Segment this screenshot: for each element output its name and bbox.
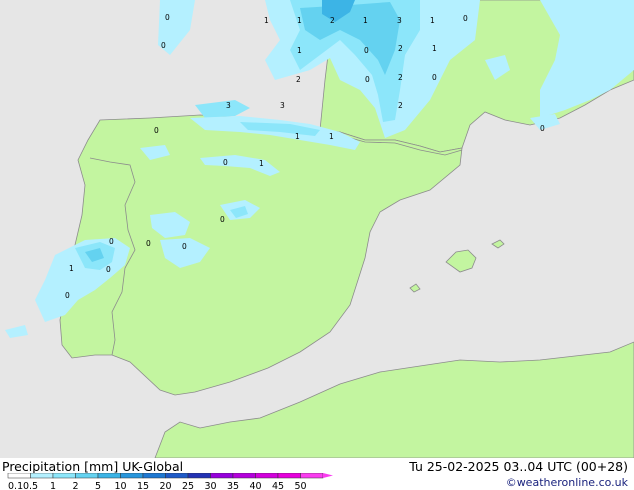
scale-color-box [300,473,324,479]
map-label: 3 [280,101,285,110]
map-label: 0 [106,265,111,274]
map-label: 1 [259,159,264,168]
scale-tick-label: 20 [159,481,171,490]
map-label: 1 [295,132,300,141]
scale-color-box [75,473,99,479]
scale-tick-label: 5 [95,481,101,490]
map-label: 0 [165,13,170,22]
scale-tick-label: 30 [204,481,216,490]
scale-color-box [142,473,166,479]
map-label: 2 [398,73,403,82]
map-label: 0 [365,75,370,84]
credit: ©weatheronline.co.uk [505,476,628,489]
scale-tick-label: 1 [50,481,56,490]
map-label: 2 [296,75,301,84]
valid-time: Tu 25-02-2025 03..04 UTC (00+28) [409,459,628,474]
scale-color-box [277,473,301,479]
map-label: 0 [540,124,545,133]
scale-color-box [30,473,54,479]
map-label: 2 [330,16,335,25]
map-label: 1 [329,132,334,141]
map-label: 0 [146,239,151,248]
scale-tick-label: 25 [182,481,194,490]
map-label: 0 [161,41,166,50]
color-scale: 0.1 0.5 1 2 5 10 15 20 25 30 35 40 45 50 [7,473,333,490]
map-label: 1 [363,16,368,25]
map-label: 2 [398,44,403,53]
map-label: 2 [398,101,403,110]
map-label: 1 [432,44,437,53]
scale-color-box [97,473,121,479]
legend-variable: Precipitation [mm] [2,459,119,474]
scale-tick-label: 10 [114,481,126,490]
scale-color-box [7,473,31,479]
map-label: 0 [220,215,225,224]
map-label: 0 [432,73,437,82]
map-label: 1 [430,16,435,25]
map-label: 3 [397,16,402,25]
map-label: 0 [182,242,187,251]
map-label: 3 [226,101,231,110]
scale-tick-label: 45 [272,481,284,490]
legend-title: Precipitation [mm] UK-Global [2,459,183,474]
scale-tick-label: 0.5 [23,481,38,490]
legend-model: UK-Global [122,459,184,474]
map-label: 0 [109,237,114,246]
map-label: 0 [364,46,369,55]
scale-tick-label: 2 [72,481,78,490]
scale-color-box [255,473,279,479]
map-label: 0 [65,291,70,300]
map-label: 0 [223,158,228,167]
scale-color-box [120,473,144,479]
scale-arrow [323,473,333,478]
map-label: 1 [264,16,269,25]
scale-tick-label: 0.1 [8,481,23,490]
scale-color-box [232,473,256,479]
scale-color-box [187,473,211,479]
scale-tick-label: 40 [249,481,261,490]
scale-tick-label: 15 [137,481,149,490]
map-label: 1 [297,16,302,25]
scale-color-box [165,473,189,479]
map-label: 1 [69,264,74,273]
map-label: 1 [297,46,302,55]
scale-color-box [52,473,76,479]
scale-tick-label: 50 [294,481,306,490]
precipitation-map: 0 1 1 2 1 3 1 0 0 1 0 2 1 2 0 2 0 3 2 3 … [0,0,634,458]
map-label: 0 [154,126,159,135]
map-label: 0 [463,14,468,23]
scale-color-box [210,473,234,479]
legend-footer: Precipitation [mm] UK-Global Tu 25-02-20… [0,458,634,490]
scale-tick-label: 35 [227,481,239,490]
